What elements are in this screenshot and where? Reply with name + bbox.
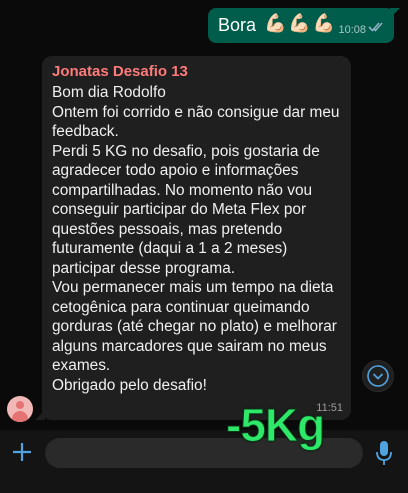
plus-icon[interactable] xyxy=(10,440,34,464)
incoming-message[interactable]: Jonatas Desafio 13 Bom dia Rodolfo Ontem… xyxy=(35,56,351,420)
message-input-bar xyxy=(0,430,408,493)
microphone-icon[interactable] xyxy=(374,439,394,467)
outgoing-message-text: Bora xyxy=(218,15,257,35)
scroll-down-button[interactable] xyxy=(362,360,394,392)
avatar-head xyxy=(16,401,24,409)
sender-name[interactable]: Jonatas Desafio 13 xyxy=(52,63,188,80)
avatar-body xyxy=(12,411,28,422)
weight-loss-caption: -5Kg xyxy=(225,399,325,452)
person-avatar-icon[interactable] xyxy=(7,396,33,422)
flexed-biceps-emoji: 💪🏻💪🏻💪🏻 xyxy=(264,13,338,33)
outgoing-message-time: 10:08 xyxy=(338,24,366,36)
chevron-down-icon xyxy=(367,365,389,387)
double-check-icon xyxy=(368,22,383,32)
incoming-message-text: Bom dia Rodolfo Ontem foi corrido e não … xyxy=(52,84,340,394)
outgoing-message[interactable]: Bora 💪🏻💪🏻💪🏻 10:08 xyxy=(208,8,400,43)
